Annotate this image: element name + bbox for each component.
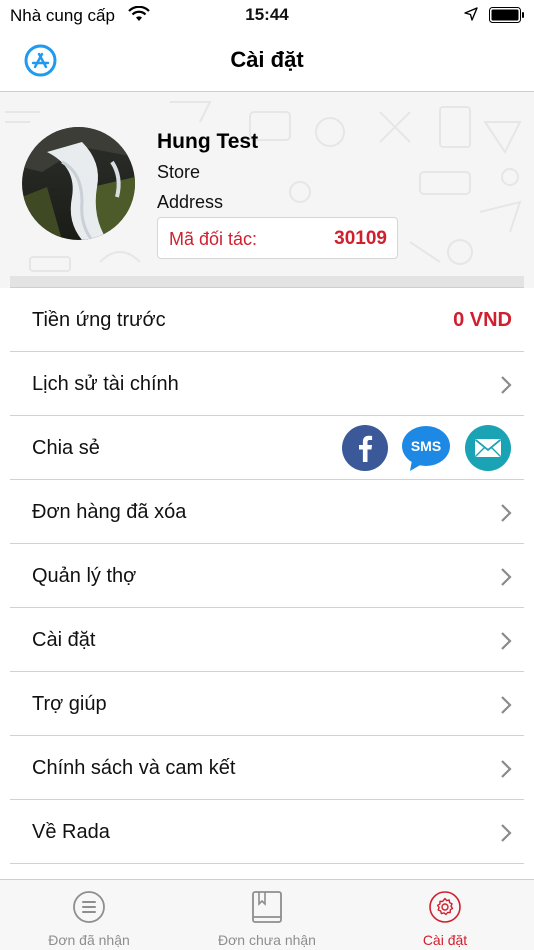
book-icon bbox=[252, 891, 282, 923]
partner-code-label: Mã đối tác: bbox=[169, 229, 258, 249]
gear-icon bbox=[429, 891, 461, 923]
status-time: 15:44 bbox=[245, 5, 289, 24]
chevron-right-icon bbox=[501, 376, 512, 394]
list-item-label: Lịch sử tài chính bbox=[32, 373, 179, 395]
tab-label: Cài đặt bbox=[422, 932, 468, 948]
list-item-label: Quản lý thợ bbox=[32, 565, 137, 587]
list-item-label: Đơn hàng đã xóa bbox=[32, 501, 187, 523]
list-icon bbox=[73, 891, 105, 923]
tab-settings[interactable]: Cài đặt bbox=[356, 880, 534, 950]
chevron-right-icon bbox=[501, 504, 512, 522]
profile-address: Address bbox=[157, 192, 224, 212]
navigation-bar: Cài đặt bbox=[0, 30, 534, 92]
list-item-share: Chia sẻ SMS bbox=[10, 416, 524, 480]
battery-icon bbox=[489, 7, 524, 23]
settings-list: Tiền ứng trước 0 VND Lịch sử tài chính C… bbox=[10, 288, 524, 864]
section-divider bbox=[10, 276, 524, 288]
partner-code-value: 30109 bbox=[334, 228, 387, 249]
list-item-manage-workers[interactable]: Quản lý thợ bbox=[10, 544, 524, 608]
list-item-label: Cài đặt bbox=[32, 629, 96, 651]
tab-pending-orders[interactable]: Đơn chưa nhận bbox=[178, 880, 356, 950]
chevron-right-icon bbox=[501, 824, 512, 842]
list-item-about[interactable]: Về Rada bbox=[10, 800, 524, 864]
list-item-policy[interactable]: Chính sách và cam kết bbox=[10, 736, 524, 800]
chevron-right-icon bbox=[501, 696, 512, 714]
page-title: Cài đặt bbox=[230, 47, 304, 72]
profile-header: Hung Test Store Address Mã đối tác: 3010… bbox=[0, 92, 534, 288]
profile-store: Store bbox=[157, 162, 201, 182]
list-item-label: Tiền ứng trước bbox=[32, 309, 166, 331]
tab-received-orders[interactable]: Đơn đã nhận bbox=[0, 880, 178, 950]
tab-bar: Đơn đã nhận Đơn chưa nhận Cài đặt bbox=[0, 879, 534, 950]
chevron-right-icon bbox=[501, 568, 512, 586]
profile-name: Hung Test bbox=[157, 130, 259, 153]
chevron-right-icon bbox=[501, 760, 512, 778]
avatar[interactable] bbox=[22, 127, 135, 240]
sms-icon[interactable]: SMS bbox=[402, 424, 450, 472]
chevron-right-icon bbox=[501, 632, 512, 650]
partner-code-box: Mã đối tác: 30109 bbox=[157, 217, 398, 259]
tab-label: Đơn đã nhận bbox=[48, 932, 130, 948]
list-item-advance[interactable]: Tiền ứng trước 0 VND bbox=[10, 288, 524, 352]
list-item-label: Chính sách và cam kết bbox=[32, 757, 236, 779]
list-item-finance-history[interactable]: Lịch sử tài chính bbox=[10, 352, 524, 416]
mail-icon[interactable] bbox=[464, 424, 512, 472]
list-item-deleted-orders[interactable]: Đơn hàng đã xóa bbox=[10, 480, 524, 544]
list-item-label: Trợ giúp bbox=[32, 693, 107, 715]
share-icons: SMS bbox=[341, 424, 512, 472]
location-arrow-icon bbox=[464, 7, 478, 21]
facebook-icon[interactable] bbox=[341, 424, 389, 472]
sms-icon-text: SMS bbox=[411, 438, 441, 454]
tab-label: Đơn chưa nhận bbox=[218, 932, 316, 948]
status-bar: Nhà cung cấp 15:44 bbox=[0, 0, 534, 30]
list-item-label: Về Rada bbox=[32, 821, 110, 843]
avatar-waterfall-image bbox=[22, 127, 135, 240]
list-item-label: Chia sẻ bbox=[32, 437, 100, 459]
advance-amount: 0 VND bbox=[453, 309, 512, 331]
list-item-help[interactable]: Trợ giúp bbox=[10, 672, 524, 736]
list-item-settings[interactable]: Cài đặt bbox=[10, 608, 524, 672]
